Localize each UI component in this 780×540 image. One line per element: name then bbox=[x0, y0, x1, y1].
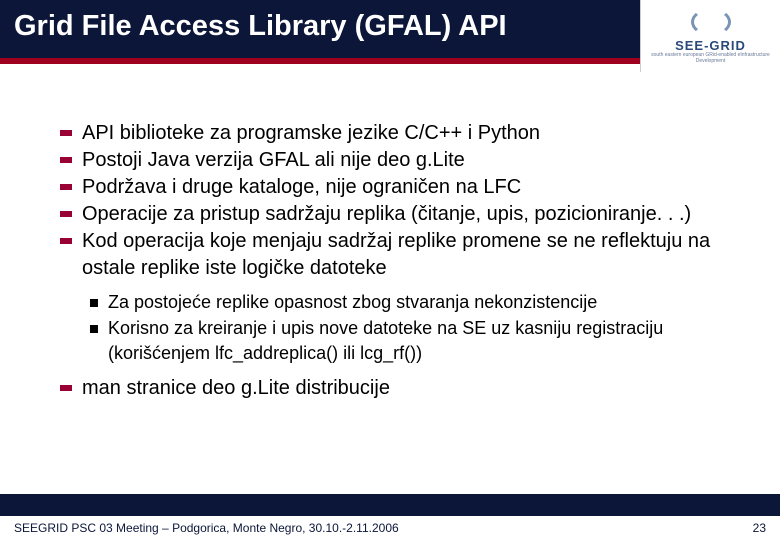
accent-band bbox=[0, 58, 640, 64]
sub-bullet-list: Za postojeće replike opasnost zbog stvar… bbox=[90, 290, 750, 365]
list-item: API biblioteke za programske jezike C/C+… bbox=[60, 120, 750, 147]
title-wrapper: Grid File Access Library (GFAL) API bbox=[0, 0, 640, 58]
list-item: Kod operacija koje menjaju sadržaj repli… bbox=[60, 228, 750, 282]
list-item: Podržava i druge kataloge, nije ograniče… bbox=[60, 174, 750, 201]
title-bar: Grid File Access Library (GFAL) API SEE-… bbox=[0, 0, 780, 72]
slide-title: Grid File Access Library (GFAL) API bbox=[0, 0, 507, 43]
list-item: man stranice deo g.Lite distribucije bbox=[60, 375, 750, 402]
slide-body: API biblioteke za programske jezike C/C+… bbox=[0, 72, 780, 402]
list-item: Operacije za pristup sadržaju replika (č… bbox=[60, 201, 750, 228]
see-grid-logo: SEE-GRID south eastern european GRid-ena… bbox=[640, 0, 780, 72]
footer: SEEGRID PSC 03 Meeting – Podgorica, Mont… bbox=[0, 512, 780, 540]
list-item: Korisno za kreiranje i upis nove datotek… bbox=[90, 316, 750, 365]
list-item: Postoji Java verzija GFAL ali nije deo g… bbox=[60, 147, 750, 174]
slide-number: 23 bbox=[753, 521, 766, 535]
logo-subtitle: south eastern european GRid-enabled eInf… bbox=[641, 53, 780, 64]
bullet-list: man stranice deo g.Lite distribucije bbox=[60, 375, 750, 402]
swirl-icon bbox=[691, 8, 731, 36]
logo-name: SEE-GRID bbox=[675, 38, 746, 53]
footer-band bbox=[0, 494, 780, 512]
bullet-list: API biblioteke za programske jezike C/C+… bbox=[60, 120, 750, 282]
list-item: Za postojeće replike opasnost zbog stvar… bbox=[90, 290, 750, 314]
footer-text: SEEGRID PSC 03 Meeting – Podgorica, Mont… bbox=[14, 521, 399, 535]
